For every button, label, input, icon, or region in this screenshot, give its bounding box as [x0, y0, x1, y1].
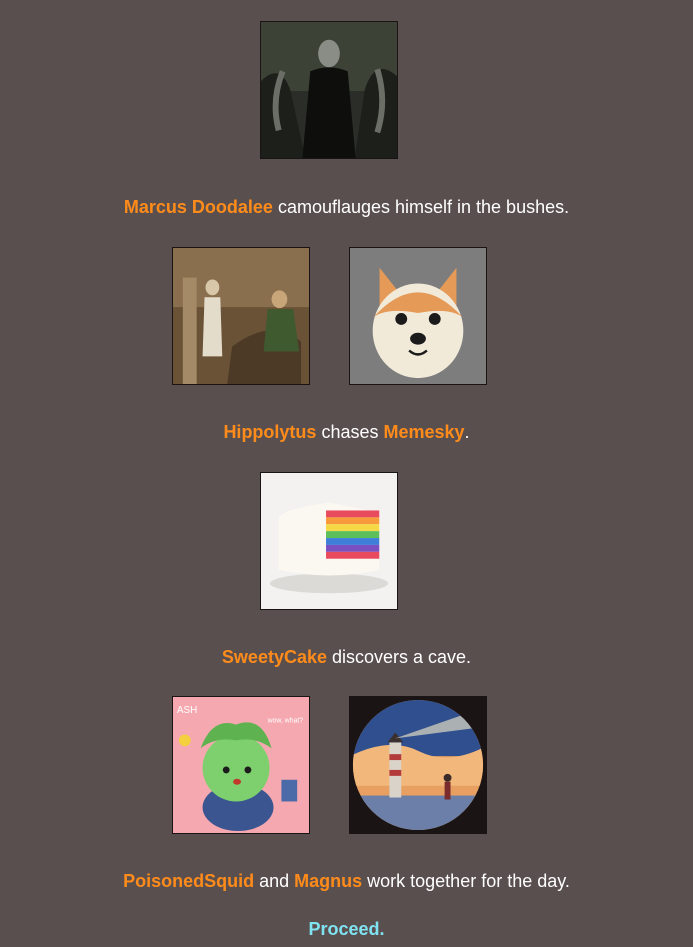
avatar-caption-right: wow, what?	[267, 718, 304, 725]
tribute-name: SweetyCake	[221, 647, 327, 667]
avatar-marcus-doodalee	[260, 21, 398, 159]
event-text: .	[464, 422, 470, 442]
event-text: camouflauges himself in the bushes.	[272, 197, 570, 217]
classical-painting-avatar-icon	[173, 248, 309, 384]
event-line: Marcus Doodalee camouflauges himself in …	[0, 196, 693, 218]
event-text: discovers a cave.	[327, 647, 472, 667]
avatar-sweetycake	[260, 472, 398, 610]
tribute-name: Hippolytus	[223, 422, 317, 442]
event-line: Hippolytus chases Memesky.	[0, 421, 693, 443]
avatar-magnus	[349, 696, 487, 834]
event-text: and	[254, 871, 295, 891]
tribute-name: Marcus Doodalee	[123, 197, 273, 217]
avatar-hippolytus	[172, 247, 310, 385]
avatar-memesky	[349, 247, 487, 385]
avatar-poisonedsquid: ASH wow, what?	[172, 696, 310, 834]
event-line: PoisonedSquid and Magnus work together f…	[0, 870, 693, 892]
avatar-caption-left: ASH	[177, 705, 197, 716]
event-line: SweetyCake discovers a cave.	[0, 646, 693, 668]
tribute-name: Magnus	[294, 871, 363, 891]
lighthouse-avatar-icon	[350, 697, 486, 833]
dark-figure-avatar-icon	[261, 22, 397, 158]
tribute-name: Memesky	[383, 422, 465, 442]
tribute-name: PoisonedSquid	[123, 871, 255, 891]
green-cartoon-avatar-icon: ASH wow, what?	[173, 697, 309, 833]
event-text: work together for the day.	[362, 871, 570, 891]
rainbow-cake-avatar-icon	[261, 473, 397, 609]
proceed-link[interactable]: Proceed.	[0, 918, 693, 940]
shiba-dog-avatar-icon	[350, 248, 486, 384]
event-text: chases	[316, 422, 384, 442]
